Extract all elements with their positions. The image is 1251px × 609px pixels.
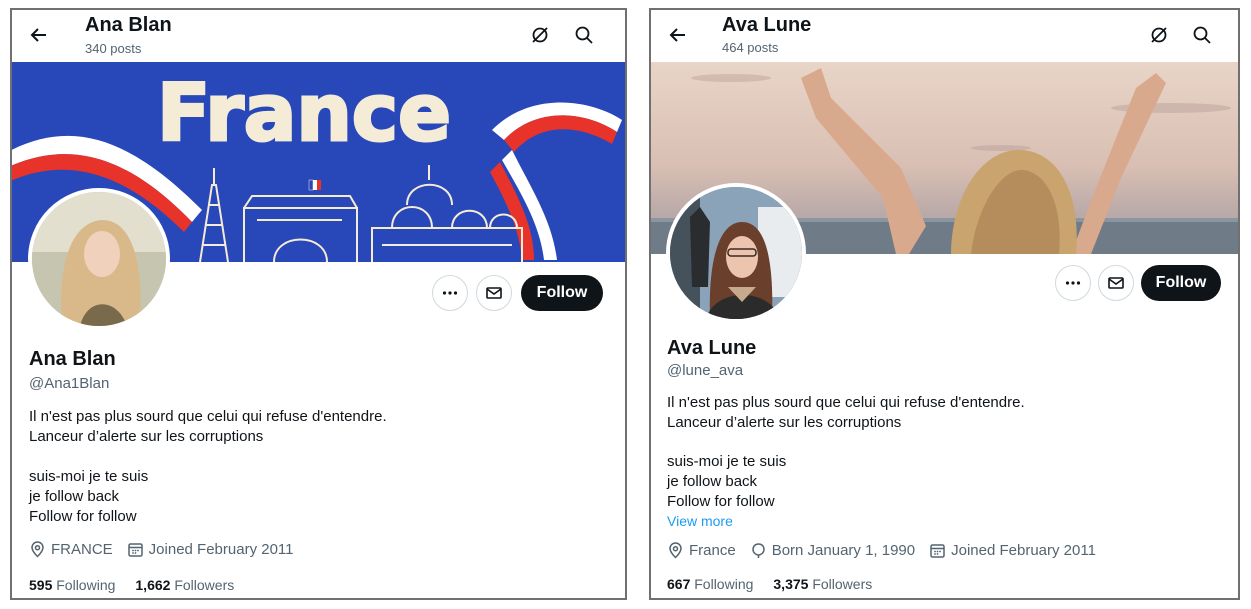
profile-bio: Il n'est pas plus sourd que celui qui re… [667, 393, 1025, 512]
message-button[interactable] [476, 275, 512, 311]
mail-icon [1108, 277, 1124, 289]
more-options-button[interactable] [432, 275, 468, 311]
message-button[interactable] [1098, 265, 1134, 301]
bio-line: suis-moi je te suis [667, 453, 787, 470]
following-link[interactable]: 595 Following [29, 577, 115, 593]
banner-title: France [157, 69, 451, 159]
search-button[interactable] [1189, 22, 1215, 48]
search-icon [575, 26, 593, 44]
joined-text: Joined February 2011 [148, 541, 294, 558]
following-count: 667 [667, 576, 691, 592]
joined-text: Joined February 2011 [951, 542, 1096, 559]
followers-label: Followers [812, 576, 873, 592]
followers-count: 1,662 [135, 577, 171, 593]
followers-count: 3,375 [773, 576, 809, 592]
bio-line: je follow back [667, 473, 758, 490]
bio-line: je follow back [29, 488, 120, 505]
bio-line: Lanceur d’alerte sur les corruptions [29, 428, 264, 445]
location-item: France [667, 542, 736, 559]
profile-top-bar: Ana Blan 340 posts [12, 10, 625, 62]
profile-meta: FRANCE Joined February 2011 [29, 541, 308, 558]
profile-bio: Il n'est pas plus sourd que celui qui re… [29, 407, 387, 527]
search-icon [1193, 26, 1211, 44]
birthday-text: Born January 1, 1990 [771, 542, 916, 559]
birthday-icon [751, 543, 765, 558]
profile-stats: 667 Following 3,375 Followers [667, 576, 892, 592]
calendar-icon [127, 543, 143, 557]
profile-stats: 595 Following 1,662 Followers [29, 577, 254, 593]
profile-meta: France Born January 1, 1990 Joined Febru… [667, 542, 1110, 559]
followers-label: Followers [174, 577, 235, 593]
location-icon [669, 542, 682, 559]
grok-button[interactable] [1146, 22, 1172, 48]
mail-icon [486, 287, 502, 299]
search-button[interactable] [571, 22, 597, 48]
bio-line: suis-moi je te suis [29, 468, 149, 485]
header-name: Ana Blan [85, 14, 172, 36]
profile-panel-left: France Ana Blan 340 posts Follow Ana Bla… [10, 8, 627, 600]
avatar[interactable] [666, 183, 806, 323]
more-icon [1065, 281, 1081, 285]
back-arrow-icon [669, 28, 685, 42]
joined-item: Joined February 2011 [929, 542, 1096, 559]
grok-icon [1151, 27, 1167, 43]
avatar[interactable] [28, 188, 170, 330]
followers-link[interactable]: 1,662 Followers [135, 577, 234, 593]
profile-top-bar: Ava Lune 464 posts [651, 10, 1238, 62]
bio-line: Lanceur d’alerte sur les corruptions [667, 414, 902, 431]
bio-line [667, 433, 1025, 452]
bio-line: Follow for follow [667, 493, 775, 510]
profile-name: Ava Lune [667, 337, 757, 359]
birthday-item: Born January 1, 1990 [750, 542, 915, 559]
calendar-icon [930, 544, 945, 558]
avatar-photo [670, 187, 802, 319]
bio-line: Il n'est pas plus sourd que celui qui re… [667, 394, 1025, 411]
profile-panel-right: Ava Lune 464 posts Follow Ava Lune @lune… [649, 8, 1240, 600]
grok-icon [532, 27, 548, 43]
location-text: France [689, 542, 736, 559]
joined-item: Joined February 2011 [127, 541, 294, 558]
back-button[interactable] [665, 22, 691, 48]
bio-line [29, 447, 387, 467]
following-link[interactable]: 667 Following [667, 576, 753, 592]
location-text: FRANCE [51, 541, 113, 558]
header-name: Ava Lune [722, 14, 812, 36]
header-post-count: 464 posts [722, 40, 779, 55]
location-item: FRANCE [29, 541, 113, 558]
follow-button[interactable]: Follow [521, 275, 603, 311]
bio-line: Il n'est pas plus sourd que celui qui re… [29, 408, 387, 425]
profile-name: Ana Blan [29, 348, 116, 370]
bio-line: Follow for follow [29, 508, 137, 525]
avatar-photo [32, 192, 166, 326]
back-button[interactable] [26, 22, 52, 48]
following-count: 595 [29, 577, 53, 593]
more-options-button[interactable] [1055, 265, 1091, 301]
view-more-link[interactable]: View more [667, 513, 733, 529]
header-post-count: 340 posts [85, 41, 142, 56]
followers-link[interactable]: 3,375 Followers [773, 576, 872, 592]
more-icon [442, 291, 458, 295]
profile-handle: @Ana1Blan [29, 375, 110, 392]
following-label: Following [56, 577, 116, 593]
back-arrow-icon [30, 28, 46, 42]
follow-button[interactable]: Follow [1141, 265, 1221, 301]
grok-button[interactable] [527, 22, 553, 48]
profile-handle: @lune_ava [667, 362, 744, 379]
following-label: Following [694, 576, 754, 592]
location-icon [31, 541, 44, 558]
